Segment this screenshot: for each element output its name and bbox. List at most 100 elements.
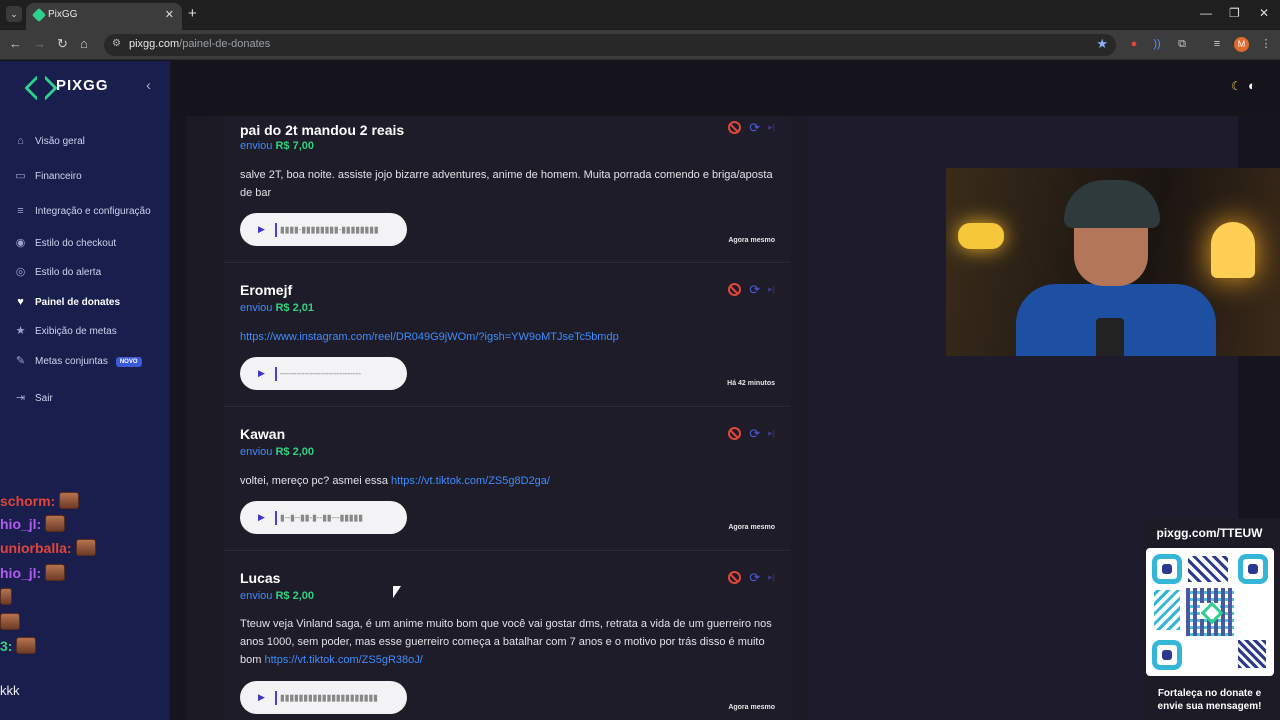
card-actions: ⟳ ▸| [728,283,775,296]
pixgg-logo-icon [1200,603,1220,619]
sidebar-item-estilo-alerta[interactable]: ◎ Estilo do alerta [14,266,101,279]
block-icon[interactable] [728,571,742,584]
audio-player[interactable]: ▶ ▮▮▮▮▮▮▮▮▮▮▮▮▮▮▮▮▮▮▮▮▮ [240,681,407,714]
top-bar [170,61,1280,116]
theme-toggle-icon[interactable]: ◐ [1248,78,1256,93]
close-window-icon[interactable]: ✕ [1259,6,1269,20]
donation-amount: enviou R$ 2,00 [240,446,315,458]
sidebar-item-integracao[interactable]: ≡ Integração e configuração [14,205,150,218]
integration-icon: ≡ [17,205,24,217]
address-bar[interactable]: ⚙ pixgg.com/painel-de-donates ★ [104,34,1116,56]
block-icon[interactable] [728,283,742,296]
skip-icon[interactable]: ▸| [768,122,775,133]
card-actions: ⟳ ▸| [728,427,775,440]
pixgg-favicon-icon [31,7,47,23]
chat-line: schorm: [0,492,80,509]
extension-record-icon[interactable]: ● [1127,37,1141,51]
skip-icon[interactable]: ▸| [768,284,775,295]
donation-time: Agora mesmo [728,704,775,711]
pixgg-logo[interactable]: PIXGG [28,77,109,94]
tab-close-icon[interactable]: ✕ [165,8,174,21]
donor-name: Kawan [240,426,286,442]
chat-line: uniorballa: [0,539,96,556]
replay-icon[interactable]: ⟳ [749,121,760,134]
waveform[interactable]: ▮▮▮▮▮▮▮▮▮▮▮▮▮▮▮▮▮▮▮▮▮ [274,690,378,705]
star-icon: ★ [15,325,26,337]
play-icon[interactable]: ▶ [258,224,265,235]
home-icon[interactable]: ⌂ [80,37,88,51]
sidebar-item-visao-geral[interactable]: ⌂ Visão geral [14,135,85,148]
pixgg-logo-icon [28,79,50,93]
emote-icon [45,564,66,581]
donation-card: pai do 2t mandou 2 reais enviou R$ 7,00 … [224,116,791,263]
donation-message: Tteuw veja Vinland saga, é um anime muit… [240,618,772,666]
message-link[interactable]: https://vt.tiktok.com/ZS5gR38oJ/ [264,654,422,666]
donation-message: https://www.instagram.com/reel/DR049G9jW… [240,328,780,346]
bookmark-star-icon[interactable]: ★ [1096,36,1108,52]
chat-line: 3: [0,637,37,654]
block-icon[interactable] [728,427,742,440]
extensions-puzzle-icon[interactable]: ⧉ [1175,37,1189,51]
qr-title: pixgg.com/TTEUW [1156,526,1263,540]
extension-audio-icon[interactable]: )) [1150,37,1164,51]
donation-message: voltei, mereço pc? asmei essa https://vt… [240,475,550,487]
replay-icon[interactable]: ⟳ [749,283,760,296]
restore-icon[interactable]: ❐ [1229,6,1240,20]
chat-line [0,588,12,605]
media-control-icon[interactable]: ≡ [1210,37,1224,51]
message-link[interactable]: https://vt.tiktok.com/ZS5g8D2ga/ [391,475,550,487]
donation-time: Agora mesmo [728,237,775,244]
qr-pattern [1154,590,1180,630]
browser-tab-bar: ⌄ PixGG ✕ + — ❐ ✕ [0,0,1280,30]
collapse-sidebar-icon[interactable]: ‹ [146,77,151,94]
donation-card: Eromejf enviou R$ 2,01 ⟳ ▸| https://www.… [224,264,791,407]
replay-icon[interactable]: ⟳ [749,427,760,440]
profile-avatar[interactable]: M [1234,37,1249,52]
message-link[interactable]: https://www.instagram.com/reel/DR049G9jW… [240,331,619,343]
sidebar-item-estilo-checkout[interactable]: ◉ Estilo do checkout [14,237,116,250]
chat-line: hio_jl: [0,564,66,581]
browser-tab[interactable]: PixGG ✕ [26,3,182,30]
card-actions: ⟳ ▸| [728,121,775,134]
skip-icon[interactable]: ▸| [768,572,775,583]
tab-title: PixGG [48,9,78,20]
play-icon[interactable]: ▶ [258,692,265,703]
new-tab-icon[interactable]: + [188,6,197,21]
audio-player[interactable]: ▶ ▮▮▮▮-▮▮▮▮▮▮▮▮-▮▮▮▮▮▮▮▮ [240,213,407,246]
moon-icon[interactable]: ☾ [1231,79,1242,93]
donation-time: Agora mesmo [728,524,775,531]
target-icon: ✎ [15,355,26,367]
chat-line [0,613,20,630]
chat-line: hio_jl: [0,515,66,532]
sidebar-item-sair[interactable]: ⇥ Sair [14,392,53,405]
tab-search-icon[interactable]: ⌄ [6,6,22,22]
qr-finder [1152,554,1182,584]
play-icon[interactable]: ▶ [258,368,265,379]
sidebar-item-painel-donates[interactable]: ♥ Painel de donates [14,296,120,309]
waveform[interactable]: ------------------------------ [274,366,361,381]
skip-icon[interactable]: ▸| [768,428,775,439]
sidebar-item-metas-conjuntas[interactable]: ✎ Metas conjuntas NOVO [14,355,142,368]
waveform[interactable]: ▮--▮--▮▮-▮--▮▮---▮▮▮▮▮ [274,510,363,525]
reload-icon[interactable]: ↻ [57,37,68,51]
block-icon[interactable] [728,121,742,134]
back-icon[interactable]: ← [9,37,22,51]
qr-finder [1152,640,1182,670]
waveform[interactable]: ▮▮▮▮-▮▮▮▮▮▮▮▮-▮▮▮▮▮▮▮▮ [274,222,379,237]
sidebar-item-financeiro[interactable]: ▭ Financeiro [14,170,81,183]
qr-caption: Fortaleça no donate e envie sua mensagem! [1157,688,1262,712]
logo-text: PIXGG [56,77,109,94]
sidebar: PIXGG ‹ [0,61,170,720]
sidebar-item-exibicao-metas[interactable]: ★ Exibição de metas [14,325,117,338]
audio-player[interactable]: ▶ ▮--▮--▮▮-▮--▮▮---▮▮▮▮▮ [240,501,407,534]
play-icon[interactable]: ▶ [258,512,265,523]
minimize-icon[interactable]: — [1200,6,1212,20]
home-icon: ⌂ [17,135,24,147]
emote-icon [16,637,37,654]
qr-pattern [1238,640,1266,668]
forward-icon[interactable]: → [33,37,46,51]
browser-menu-icon[interactable]: ⋮ [1259,37,1273,51]
replay-icon[interactable]: ⟳ [749,571,760,584]
audio-player[interactable]: ▶ ------------------------------ [240,357,407,390]
site-info-icon[interactable]: ⚙ [112,38,124,50]
